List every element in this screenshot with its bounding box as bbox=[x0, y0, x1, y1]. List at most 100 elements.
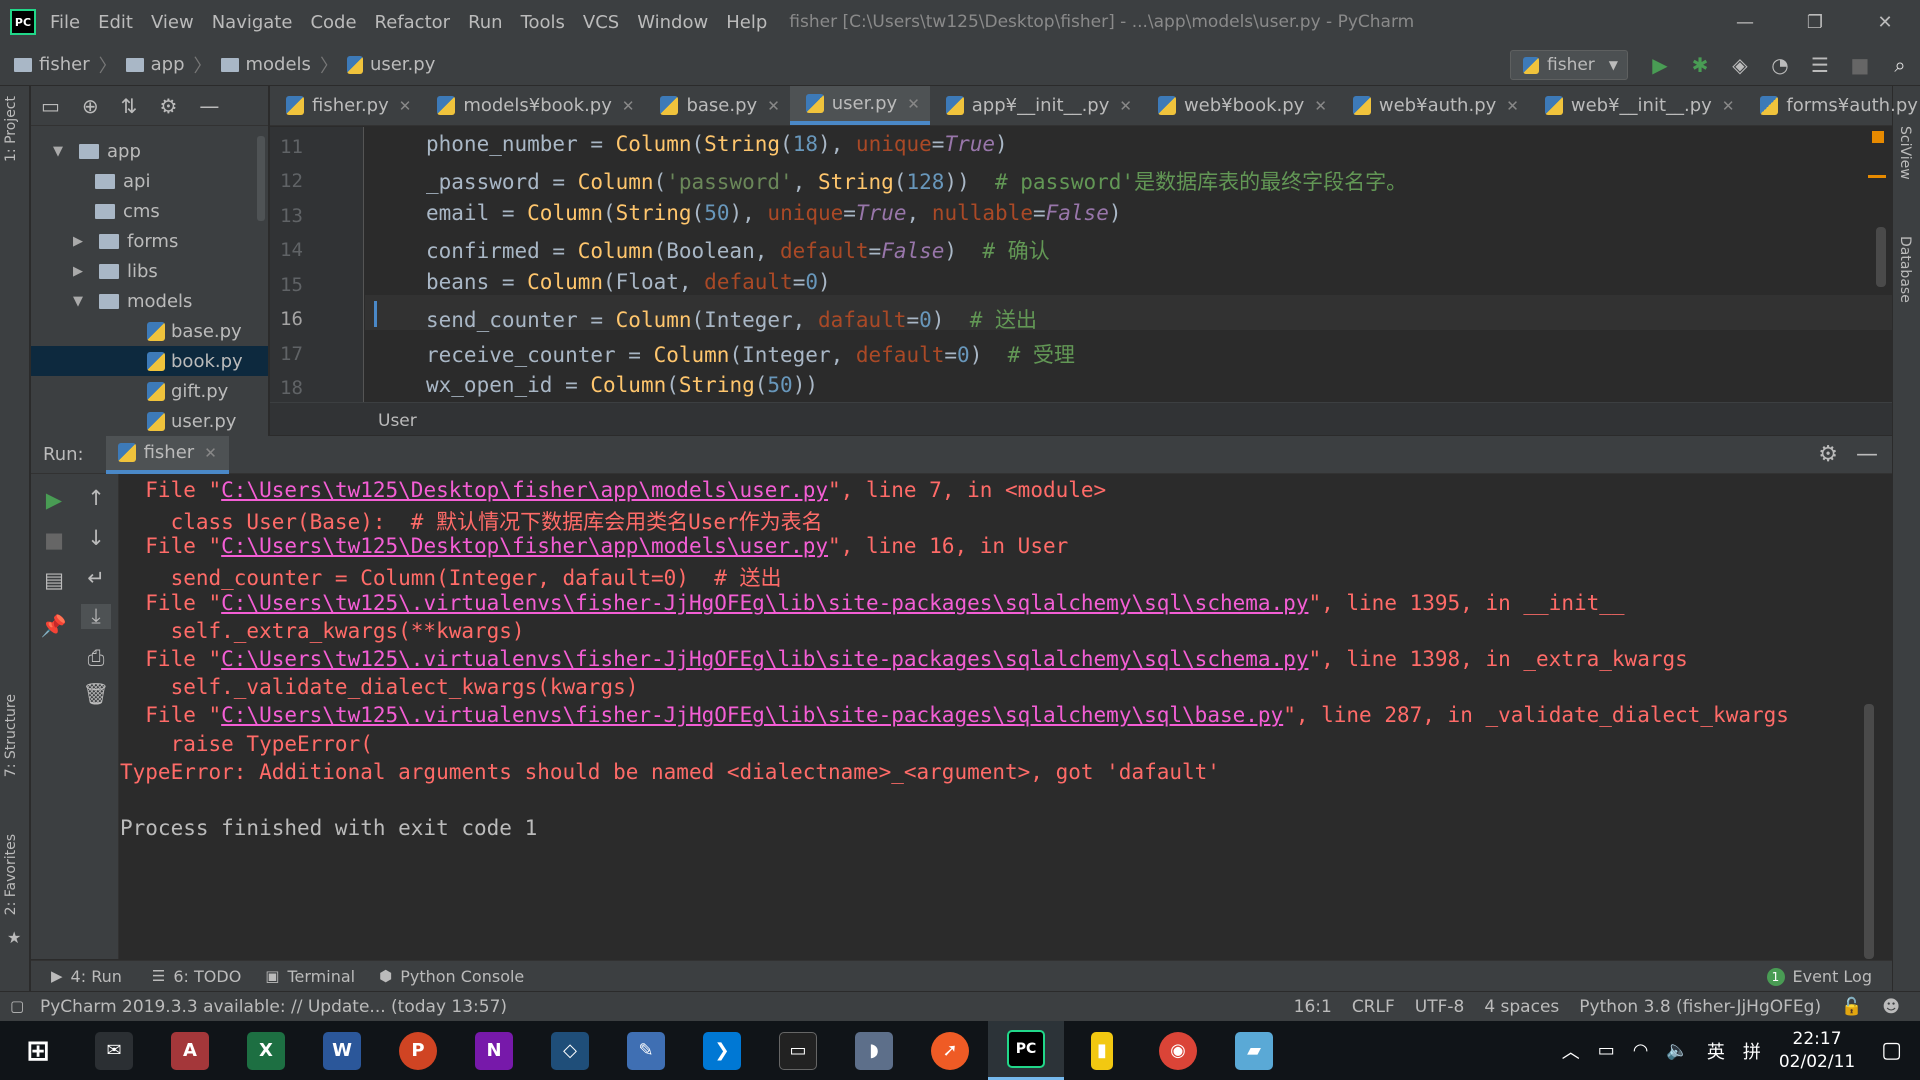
close-icon[interactable]: ✕ bbox=[907, 95, 920, 113]
tree-scrollbar[interactable] bbox=[257, 136, 265, 221]
tab-base-py[interactable]: base.py ✕ bbox=[644, 86, 789, 125]
menu-help[interactable]: Help bbox=[726, 12, 767, 33]
breadcrumb-user-py[interactable]: user.py bbox=[346, 54, 435, 75]
layout-icon[interactable]: ▤ bbox=[39, 568, 69, 592]
chevron-up-icon[interactable]: ︿ bbox=[1562, 1038, 1580, 1064]
warning-marker-icon[interactable] bbox=[1872, 131, 1884, 143]
tab-app-init-py[interactable]: app¥__init__.py ✕ bbox=[930, 86, 1142, 125]
taskbar-onenote[interactable]: N bbox=[456, 1021, 532, 1080]
tab-web-book-py[interactable]: web¥book.py ✕ bbox=[1142, 86, 1337, 125]
collapse-all-icon[interactable]: ⇅ bbox=[121, 94, 138, 118]
print-icon[interactable]: ⎙ bbox=[81, 646, 111, 671]
python-console-tool-tab[interactable]: ⬢ Python Console bbox=[379, 967, 524, 986]
indent-setting[interactable]: 4 spaces bbox=[1484, 997, 1559, 1017]
tree-file-base-py[interactable]: base.py bbox=[147, 316, 242, 346]
taskbar-excel[interactable]: X bbox=[228, 1021, 304, 1080]
locate-icon[interactable]: ⊕ bbox=[82, 94, 99, 118]
menu-view[interactable]: View bbox=[151, 12, 194, 33]
tree-file-gift-py[interactable]: gift.py bbox=[147, 376, 228, 406]
taskbar-pycharm[interactable]: PC bbox=[988, 1021, 1064, 1080]
editor-scrollbar[interactable] bbox=[1876, 227, 1886, 287]
taskbar-mail[interactable]: ✉ bbox=[76, 1021, 152, 1080]
status-message[interactable]: PyCharm 2019.3.3 available: // Update...… bbox=[40, 997, 507, 1017]
editor-breadcrumb-user[interactable]: User bbox=[378, 411, 417, 431]
scroll-to-end-icon[interactable]: ⤓ bbox=[81, 604, 111, 629]
project-tool-tab[interactable]: 1: Project bbox=[3, 96, 19, 162]
stop-icon[interactable]: ■ bbox=[1840, 53, 1880, 77]
notification-icon[interactable]: ▢ bbox=[1881, 1038, 1902, 1063]
clock[interactable]: 22:17 02/02/11 bbox=[1779, 1028, 1855, 1074]
error-stripe[interactable] bbox=[1868, 175, 1886, 178]
taskbar-notepad[interactable]: ✎ bbox=[608, 1021, 684, 1080]
run-configuration-select[interactable]: fisher ▼ bbox=[1510, 50, 1628, 80]
rerun-icon[interactable]: ▶ bbox=[39, 488, 69, 512]
close-icon[interactable]: ✕ bbox=[1314, 97, 1327, 115]
caret-position[interactable]: 16:1 bbox=[1294, 997, 1332, 1017]
file-link[interactable]: C:\Users\tw125\Desktop\fisher\app\models… bbox=[221, 478, 828, 502]
file-link[interactable]: C:\Users\tw125\.virtualenvs\fisher-JjHgO… bbox=[221, 703, 1283, 727]
menu-file[interactable]: File bbox=[50, 12, 80, 33]
arrow-down-icon[interactable]: ↓ bbox=[81, 526, 111, 550]
close-icon[interactable]: ✕ bbox=[767, 97, 780, 115]
ime-mode-indicator[interactable]: 拼 bbox=[1743, 1038, 1761, 1064]
minimize-button[interactable]: — bbox=[1710, 0, 1780, 44]
restore-button[interactable]: ❐ bbox=[1780, 0, 1850, 44]
pin-icon[interactable]: 📌 bbox=[39, 614, 69, 639]
breadcrumb-models[interactable]: models 〉 bbox=[220, 52, 347, 78]
tab-models-book-py[interactable]: models¥book.py ✕ bbox=[421, 86, 644, 125]
build-icon[interactable]: ☰ bbox=[1800, 53, 1840, 77]
database-tool-tab[interactable]: Database bbox=[1897, 236, 1913, 303]
lock-icon[interactable]: 🔓 bbox=[1841, 997, 1862, 1017]
tree-folder-models[interactable]: ▼ models bbox=[73, 286, 192, 316]
taskbar-virtualbox[interactable]: ◇ bbox=[532, 1021, 608, 1080]
menu-run[interactable]: Run bbox=[468, 12, 503, 33]
taskbar-start[interactable]: ⊞ bbox=[0, 1021, 76, 1080]
ime-indicator[interactable]: 英 bbox=[1707, 1038, 1725, 1064]
close-icon[interactable]: ✕ bbox=[622, 97, 635, 115]
gear-icon[interactable]: ⚙ bbox=[159, 94, 177, 118]
file-link[interactable]: C:\Users\tw125\.virtualenvs\fisher-JjHgO… bbox=[221, 647, 1308, 671]
file-link[interactable]: C:\Users\tw125\Desktop\fisher\app\models… bbox=[221, 534, 828, 558]
tab-fisher-py[interactable]: fisher.py ✕ bbox=[270, 86, 421, 125]
event-log-button[interactable]: 1 Event Log bbox=[1766, 967, 1872, 986]
trash-icon[interactable]: 🗑 bbox=[81, 682, 111, 707]
menu-refactor[interactable]: Refactor bbox=[375, 12, 451, 33]
menu-window[interactable]: Window bbox=[637, 12, 708, 33]
tab-user-py[interactable]: user.py ✕ bbox=[789, 86, 930, 125]
console-scrollbar[interactable] bbox=[1864, 704, 1874, 959]
tree-file-book-py[interactable]: book.py bbox=[31, 346, 268, 376]
run-tab-fisher[interactable]: fisher ✕ bbox=[105, 435, 229, 474]
python-interpreter[interactable]: Python 3.8 (fisher-JjHgOFEg) bbox=[1579, 997, 1821, 1017]
terminal-tool-tab[interactable]: ▣ Terminal bbox=[265, 967, 355, 986]
menu-navigate[interactable]: Navigate bbox=[212, 12, 293, 33]
favorites-tool-tab[interactable]: 2: Favorites bbox=[3, 834, 19, 915]
stop-icon[interactable]: ■ bbox=[39, 528, 69, 552]
tab-forms-auth-py[interactable]: forms¥auth.py✕ bbox=[1744, 86, 1920, 125]
battery-icon[interactable]: ▭ bbox=[1598, 1040, 1615, 1061]
profile-icon[interactable]: ◔ bbox=[1760, 53, 1800, 77]
run-console[interactable]: File "C:\Users\tw125\Desktop\fisher\app\… bbox=[120, 474, 1874, 959]
breadcrumb-fisher[interactable]: fisher 〉 bbox=[14, 52, 126, 78]
tree-folder-libs[interactable]: ▶ libs bbox=[73, 256, 158, 286]
menu-edit[interactable]: Edit bbox=[98, 12, 133, 33]
tree-file-user-py[interactable]: user.py bbox=[147, 406, 236, 436]
taskbar-chrome[interactable]: ◉ bbox=[1140, 1021, 1216, 1080]
menu-tools[interactable]: Tools bbox=[521, 12, 565, 33]
tree-folder-cms[interactable]: cms bbox=[95, 196, 160, 226]
taskbar-postman[interactable]: ➚ bbox=[912, 1021, 988, 1080]
arrow-up-icon[interactable]: ↑ bbox=[81, 486, 111, 510]
taskbar-mysql[interactable]: ▭ bbox=[760, 1021, 836, 1080]
sciview-tool-tab[interactable]: SciView bbox=[1897, 126, 1913, 180]
breadcrumb-app[interactable]: app 〉 bbox=[125, 52, 221, 78]
todo-tool-tab[interactable]: ☰ 6: TODO bbox=[152, 967, 241, 986]
tab-web-init-py[interactable]: web¥__init__.py ✕ bbox=[1529, 86, 1745, 125]
debug-icon[interactable]: ✱ bbox=[1680, 53, 1720, 77]
toggle-panels-icon[interactable]: ▢ bbox=[10, 997, 24, 1015]
coverage-icon[interactable]: ◈ bbox=[1720, 53, 1760, 77]
tree-folder-app[interactable]: ▼ app bbox=[53, 136, 141, 166]
view-selector-icon[interactable]: ▭ bbox=[41, 94, 60, 118]
menu-vcs[interactable]: VCS bbox=[583, 12, 619, 33]
wifi-icon[interactable]: ◠ bbox=[1633, 1040, 1649, 1061]
tab-web-auth-py[interactable]: web¥auth.py ✕ bbox=[1337, 86, 1529, 125]
taskbar-vscode[interactable]: ❯ bbox=[684, 1021, 760, 1080]
